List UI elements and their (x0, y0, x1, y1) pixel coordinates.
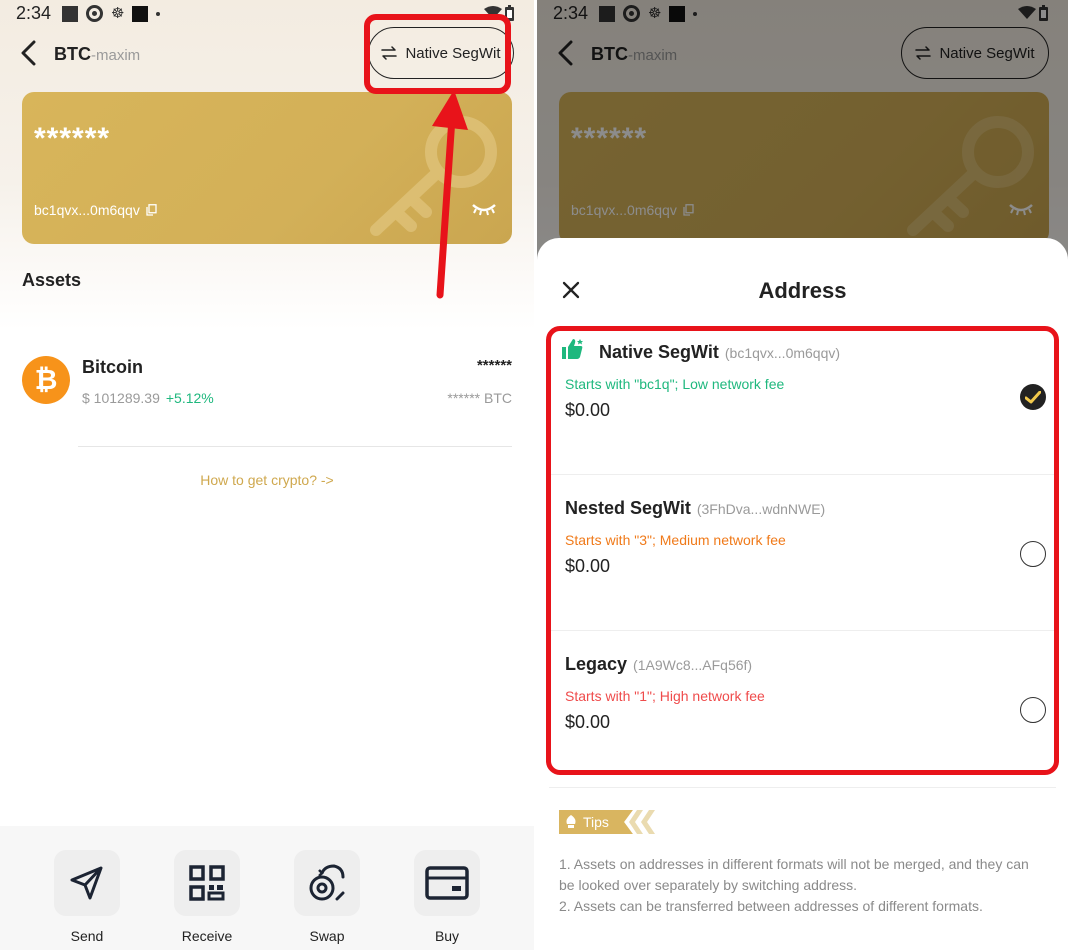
bulb-icon (566, 815, 576, 828)
square-notification-icon (132, 5, 149, 22)
wallet-screen: 2:34 ☸ BTC-maxim Native SegWit ****** bc… (0, 0, 534, 950)
sync-notification-icon (86, 5, 103, 22)
annotation-highlight (546, 326, 1059, 775)
receive-button[interactable]: Receive (172, 850, 242, 944)
send-icon (54, 850, 120, 916)
masked-balance: ****** (34, 122, 111, 155)
tip-item: 1. Assets on addresses in different form… (559, 856, 1029, 893)
send-button[interactable]: Send (52, 850, 122, 944)
swap-label: Swap (309, 928, 345, 944)
hidden-eye-icon[interactable] (472, 202, 496, 216)
buy-label: Buy (434, 928, 460, 944)
asset-price-value: $ 101289.39 (82, 390, 160, 406)
asset-balance-unit: ****** BTC (447, 390, 512, 406)
tips-chevron-icon (629, 810, 655, 834)
back-arrow-icon[interactable] (18, 40, 42, 66)
buy-button[interactable]: Buy (412, 850, 482, 944)
send-label: Send (70, 928, 104, 944)
swap-button[interactable]: Swap (292, 850, 362, 944)
card-icon (414, 850, 480, 916)
wallet-address[interactable]: bc1qvx...0m6qqv (34, 202, 157, 218)
action-bar: Send Receive Swap Buy (0, 826, 534, 950)
divider (78, 446, 512, 447)
page-title: BTC-maxim (54, 44, 140, 65)
qr-code-icon (174, 850, 240, 916)
asset-price-change: +5.12% (165, 390, 214, 406)
tips-text: 1. Assets on addresses in different form… (559, 854, 1046, 917)
address-picker-screen: 2:34 ☸ BTC-maxim Native SegWit ****** bc… (537, 0, 1068, 950)
annotation-arrow-icon (432, 90, 468, 299)
address-bottom-sheet: Address Native SegWit (bc1qvx...0m6qqv) S… (537, 238, 1068, 950)
asset-balance: ****** (476, 357, 512, 374)
sheet-title: Address (758, 278, 847, 303)
app-notification-icon (62, 5, 78, 22)
robot-notification-icon: ☸ (111, 4, 125, 22)
tips-badge: Tips (559, 810, 633, 834)
notification-icons: ☸ (62, 4, 161, 22)
wallet-address-text: bc1qvx...0m6qqv (34, 202, 140, 218)
row-divider (549, 787, 1056, 788)
swap-icon (294, 850, 360, 916)
wallet-coin-title: BTC (54, 44, 91, 64)
how-to-get-crypto-link[interactable]: How to get crypto? -> (0, 472, 534, 488)
assets-heading: Assets (22, 270, 82, 290)
more-notifications-icon (156, 11, 161, 16)
status-time: 2:34 (16, 3, 52, 23)
tip-item: 2. Assets can be transferred between add… (559, 898, 983, 914)
wallet-name: -maxim (91, 47, 141, 64)
bitcoin-icon: ₿ (22, 356, 70, 404)
asset-price: $ 101289.39 +5.12% (82, 390, 214, 406)
receive-label: Receive (181, 928, 233, 944)
copy-icon[interactable] (146, 204, 157, 216)
asset-name: Bitcoin (82, 357, 143, 377)
annotation-highlight (364, 14, 511, 94)
tips-label: Tips (583, 814, 609, 830)
